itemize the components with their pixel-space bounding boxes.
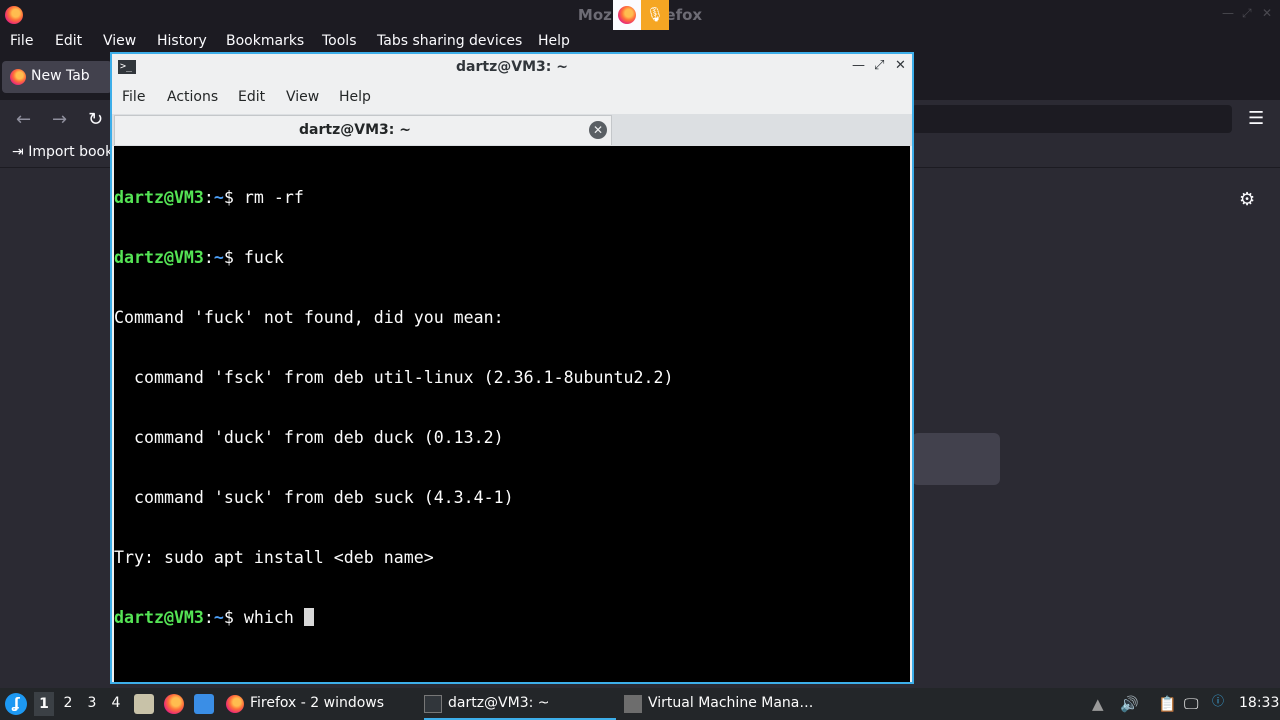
terminal-tab-label: dartz@VM3: ~: [299, 122, 411, 138]
prompt-user: dartz@VM3: [114, 248, 204, 267]
terminal-tab[interactable]: dartz@VM3: ~ ✕: [114, 115, 612, 145]
notification-icon[interactable]: ⓘ: [1212, 692, 1224, 709]
terminal-menu-actions[interactable]: Actions: [167, 89, 218, 105]
microphone-indicator-icon[interactable]: 🎙: [641, 0, 669, 30]
back-icon[interactable]: ←: [16, 109, 31, 130]
firefox-task-icon: [226, 695, 244, 713]
terminal-menu-file[interactable]: File: [122, 89, 145, 105]
text-cursor: [303, 608, 314, 626]
firefox-titlebar: Mozilla Firefox 🎙 — ⤢ ✕: [0, 0, 1280, 30]
terminal-line: dartz@VM3:~$ fuck: [114, 248, 910, 268]
prompt-end: $: [223, 248, 244, 267]
firefox-indicator: [613, 0, 641, 30]
minimize-icon[interactable]: —: [1222, 6, 1234, 20]
prompt-path: ~: [213, 188, 224, 207]
task-virtual-machine-manager[interactable]: Virtual Machine Mana…: [624, 688, 824, 720]
terminal-menubar: File Actions Edit View Help: [112, 82, 912, 114]
close-icon[interactable]: ✕: [895, 58, 906, 73]
gear-icon[interactable]: ⚙: [1239, 189, 1255, 210]
terminal-titlebar[interactable]: >_ dartz@VM3: ~ — ⤢ ✕: [112, 54, 912, 82]
newtab-card[interactable]: [912, 433, 1000, 485]
workspace-4[interactable]: 4: [106, 695, 126, 711]
prompt-end: $: [223, 188, 244, 207]
menu-edit[interactable]: Edit: [55, 33, 82, 49]
workspace-2[interactable]: 2: [58, 695, 78, 711]
task-terminal[interactable]: dartz@VM3: ~: [424, 688, 616, 720]
command-text: fuck: [243, 248, 284, 267]
terminal-line: dartz@VM3:~$ rm -rf: [114, 188, 910, 208]
terminal-line: command 'suck' from deb suck (4.3.4-1): [114, 488, 514, 507]
terminal-menu-help[interactable]: Help: [339, 89, 371, 105]
terminal-line: Try: sudo apt install <deb name>: [114, 548, 434, 567]
task-firefox[interactable]: Firefox - 2 windows: [226, 688, 416, 720]
command-input[interactable]: which: [244, 608, 304, 627]
url-bar[interactable]: [912, 105, 1232, 133]
tray-up-arrow-icon[interactable]: ▲: [1092, 695, 1104, 713]
terminal-tabbar: dartz@VM3: ~ ✕: [112, 114, 912, 146]
firefox-tab-icon: [10, 69, 26, 85]
terminal-line: command 'fsck' from deb util-linux (2.36…: [114, 368, 674, 387]
firefox-launcher-icon[interactable]: [164, 694, 184, 714]
menu-tools[interactable]: Tools: [322, 33, 357, 49]
volume-icon[interactable]: 🔊: [1120, 695, 1139, 713]
taskbar: ʆ 1 2 3 4 Firefox - 2 windows dartz@VM3:…: [0, 688, 1280, 720]
network-icon[interactable]: 🖵: [1184, 695, 1198, 713]
terminal-menu-view[interactable]: View: [286, 89, 319, 105]
workspace-1[interactable]: 1: [34, 692, 54, 716]
prompt-separator: :: [203, 248, 214, 267]
command-text: rm -rf: [243, 188, 304, 207]
close-icon[interactable]: ✕: [1262, 6, 1272, 20]
terminal-line: Command 'fuck' not found, did you mean:: [114, 308, 504, 327]
prompt-user: dartz@VM3: [114, 188, 204, 207]
tab-close-icon[interactable]: ✕: [589, 121, 607, 139]
workspace-3[interactable]: 3: [82, 695, 102, 711]
import-bookmarks-button[interactable]: ⇥ Import book: [12, 144, 113, 160]
terminal-task-icon: [424, 695, 442, 713]
maximize-icon[interactable]: ⤢: [874, 58, 884, 73]
tab-new-tab[interactable]: New Tab: [2, 61, 112, 93]
terminal-line: dartz@VM3:~$ which: [114, 608, 910, 628]
minimize-icon[interactable]: —: [852, 58, 865, 73]
vmm-task-icon: [624, 695, 642, 713]
desktop-icon[interactable]: [194, 694, 214, 714]
prompt-user: dartz@VM3: [114, 608, 204, 627]
firefox-menubar: File Edit View History Bookmarks Tools T…: [0, 30, 1280, 54]
task-label: Virtual Machine Mana…: [648, 695, 814, 711]
maximize-icon[interactable]: ⤢: [1242, 6, 1252, 21]
terminal-window-title: dartz@VM3: ~: [456, 59, 568, 75]
hamburger-menu-icon[interactable]: ☰: [1248, 108, 1264, 129]
terminal-output[interactable]: dartz@VM3:~$ rm -rf dartz@VM3:~$ fuck Co…: [114, 146, 910, 682]
menu-view[interactable]: View: [103, 33, 136, 49]
firefox-indicator-icon: [618, 6, 636, 24]
terminal-window: >_ dartz@VM3: ~ — ⤢ ✕ File Actions Edit …: [110, 52, 914, 684]
forward-icon[interactable]: →: [52, 109, 67, 130]
terminal-line: command 'duck' from deb duck (0.13.2): [114, 428, 504, 447]
tab-label: New Tab: [31, 68, 90, 84]
clock[interactable]: 18:33: [1239, 695, 1279, 711]
menu-help[interactable]: Help: [538, 33, 570, 49]
menu-file[interactable]: File: [10, 33, 33, 49]
menu-tabs-sharing-devices[interactable]: Tabs sharing devices: [377, 33, 522, 49]
firefox-title-overlay: 🎙: [613, 0, 669, 30]
prompt-path: ~: [213, 248, 224, 267]
import-icon: ⇥: [12, 144, 29, 160]
file-manager-icon[interactable]: [134, 694, 154, 714]
terminal-menu-edit[interactable]: Edit: [238, 89, 265, 105]
reload-icon[interactable]: ↻: [88, 109, 103, 130]
start-menu-icon[interactable]: ʆ: [5, 693, 27, 715]
import-bookmarks-label: Import book: [28, 144, 114, 160]
prompt-separator: :: [203, 608, 214, 627]
clipboard-icon[interactable]: 📋: [1158, 695, 1177, 713]
prompt-path: ~: [213, 608, 224, 627]
menu-history[interactable]: History: [157, 33, 207, 49]
task-label: Firefox - 2 windows: [250, 695, 385, 711]
prompt-end: $: [223, 608, 244, 627]
prompt-separator: :: [203, 188, 214, 207]
task-label: dartz@VM3: ~: [448, 695, 550, 711]
menu-bookmarks[interactable]: Bookmarks: [226, 33, 304, 49]
